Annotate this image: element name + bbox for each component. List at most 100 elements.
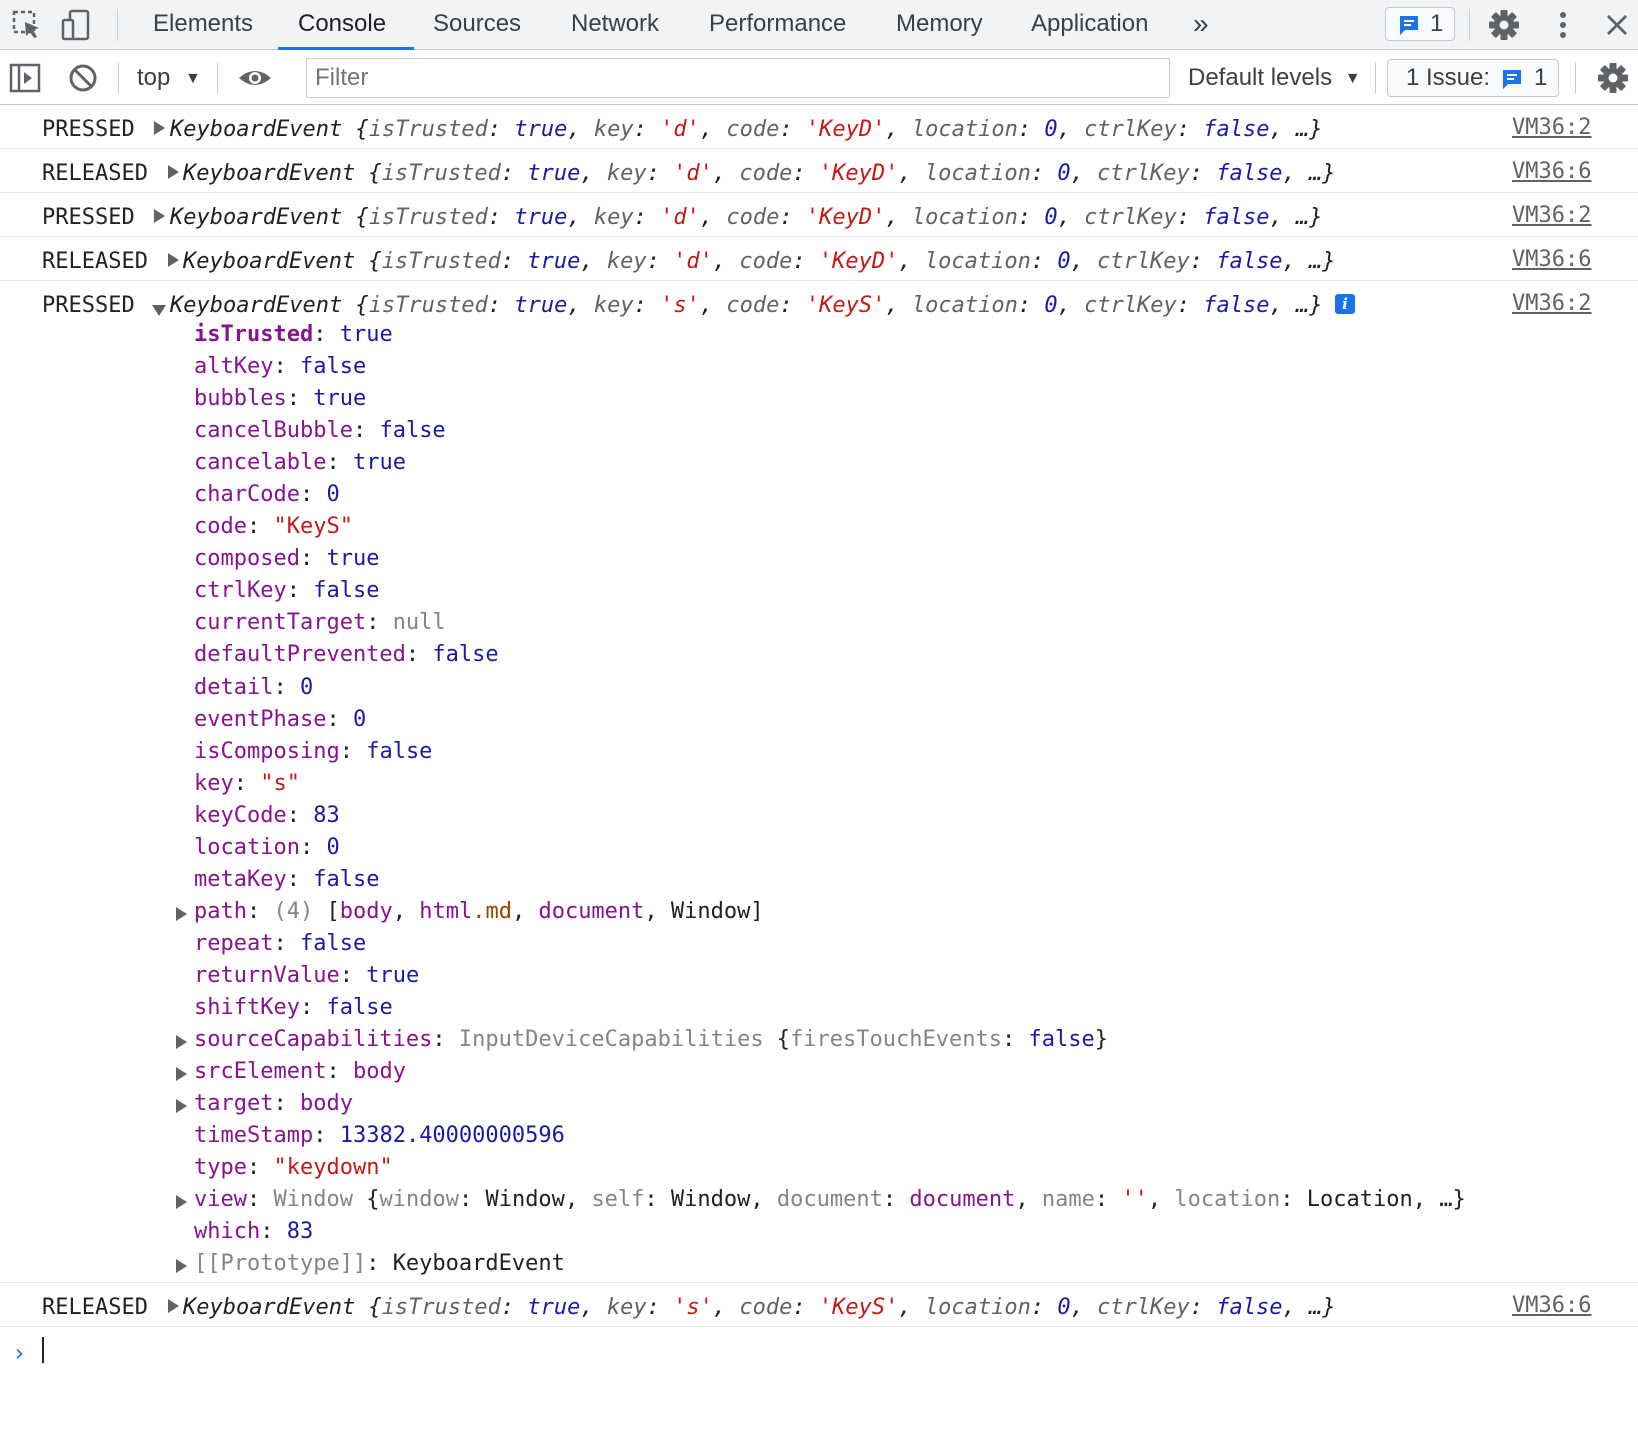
tab-elements[interactable]: Elements xyxy=(153,0,253,50)
punct: : xyxy=(366,1251,393,1276)
console-settings-gear-icon[interactable] xyxy=(1596,61,1630,95)
message-count: 1 xyxy=(1430,10,1444,37)
tab-sources[interactable]: Sources xyxy=(433,0,521,50)
prop-value: 0 xyxy=(1044,293,1058,318)
expand-triangle-icon[interactable] xyxy=(176,907,187,921)
prop-key: code xyxy=(739,249,793,274)
property-line: type: "keydown" xyxy=(194,1155,393,1180)
prop-key: bubbles xyxy=(194,386,287,411)
event-summary[interactable]: KeyboardEvent {isTrusted: true, key: 'd'… xyxy=(183,249,1336,274)
console-input-caret[interactable] xyxy=(42,1337,44,1363)
expand-triangle-icon[interactable] xyxy=(176,1035,187,1049)
event-summary[interactable]: KeyboardEvent {isTrusted: true, key: 's'… xyxy=(183,1295,1336,1320)
log-levels-dropdown[interactable]: Default levels ▼ xyxy=(1188,51,1361,105)
console-prompt-icon: › xyxy=(12,1339,27,1367)
expand-triangle-icon[interactable] xyxy=(168,1299,179,1313)
expand-triangle-icon[interactable] xyxy=(168,253,179,267)
source-link[interactable]: VM36:2 xyxy=(1512,203,1591,228)
tab-memory[interactable]: Memory xyxy=(896,0,983,50)
punct: : xyxy=(286,867,314,892)
punct: : xyxy=(1030,1295,1058,1320)
punct: : xyxy=(779,117,806,142)
expand-triangle-icon[interactable] xyxy=(168,165,179,179)
source-capabilities-property[interactable]: sourceCapabilities: InputDeviceCapabilit… xyxy=(194,1027,1108,1052)
punct: : xyxy=(1176,293,1204,318)
prop-key: ctrlKey xyxy=(194,578,287,603)
source-link[interactable]: VM36:2 xyxy=(1512,115,1591,140)
messages-badge[interactable]: 1 xyxy=(1385,7,1455,41)
prop-value: 'd' xyxy=(673,249,713,274)
prop-value: false xyxy=(1028,1027,1095,1052)
event-summary[interactable]: KeyboardEvent {isTrusted: true, key: 'd'… xyxy=(170,205,1323,230)
punct: { xyxy=(763,1027,791,1052)
event-summary[interactable]: KeyboardEvent {isTrusted: true, key: 'd'… xyxy=(170,117,1323,142)
punct: , xyxy=(885,117,912,142)
prop-key: isTrusted xyxy=(368,293,488,318)
punct: : xyxy=(286,578,314,603)
punct: : xyxy=(779,293,806,318)
punct: : xyxy=(313,1123,340,1148)
info-icon[interactable]: i xyxy=(1335,294,1355,314)
punct: { xyxy=(352,1187,380,1212)
punct: , xyxy=(567,205,594,230)
filter-input[interactable] xyxy=(306,58,1170,98)
expand-triangle-icon[interactable] xyxy=(154,121,165,135)
prop-key: path xyxy=(194,899,247,924)
prop-key: detail xyxy=(194,675,274,700)
event-summary[interactable]: KeyboardEvent {isTrusted: true, key: 's'… xyxy=(170,293,1323,318)
prototype-property[interactable]: [[Prototype]]: KeyboardEvent xyxy=(194,1251,565,1276)
prop-value: 'KeyD' xyxy=(818,161,899,186)
punct: : xyxy=(500,1295,528,1320)
property-line: metaKey: false xyxy=(194,867,379,892)
prop-value: body xyxy=(299,1091,353,1116)
prop-value: 0 xyxy=(1057,1295,1071,1320)
eye-icon[interactable] xyxy=(237,61,271,95)
kebab-menu-icon[interactable] xyxy=(1546,8,1580,42)
prop-key: window xyxy=(379,1187,459,1212)
prop-key: location xyxy=(194,835,300,860)
punct: ] xyxy=(750,899,764,924)
punct: : xyxy=(1280,1187,1307,1212)
tab-network[interactable]: Network xyxy=(571,0,659,50)
expand-triangle-icon[interactable] xyxy=(176,1259,187,1273)
console-message-row: PRESSED KeyboardEvent {isTrusted: true, k… xyxy=(0,193,1638,237)
property-line: detail: 0 xyxy=(194,675,313,700)
punct: } xyxy=(1094,1027,1108,1052)
prop-key: isComposing xyxy=(194,739,340,764)
view-property[interactable]: view: Window {window: Window, self: Wind… xyxy=(194,1187,1466,1212)
expand-triangle-icon[interactable] xyxy=(176,1067,187,1081)
event-summary[interactable]: KeyboardEvent {isTrusted: true, key: 'd'… xyxy=(183,161,1336,186)
source-link[interactable]: VM36:6 xyxy=(1512,159,1591,184)
expand-triangle-icon[interactable] xyxy=(176,1099,187,1113)
collapse-triangle-icon[interactable] xyxy=(152,305,166,316)
issues-button[interactable]: 1 Issue: 1 xyxy=(1387,59,1559,97)
punct: , …} xyxy=(1412,1187,1466,1212)
source-link[interactable]: VM36:2 xyxy=(1512,291,1591,316)
more-tabs-button[interactable]: » xyxy=(1193,0,1209,50)
close-icon[interactable] xyxy=(1600,8,1634,42)
brace: { xyxy=(342,117,369,142)
expand-triangle-icon[interactable] xyxy=(154,209,165,223)
clear-console-icon[interactable] xyxy=(66,61,100,95)
path-property[interactable]: path: (4) [body, html.md, document, Wind… xyxy=(194,899,764,924)
punct: : xyxy=(1189,1295,1217,1320)
tab-application[interactable]: Application xyxy=(1031,0,1148,50)
tab-console[interactable]: Console xyxy=(298,0,386,50)
source-link[interactable]: VM36:6 xyxy=(1512,247,1591,272)
prop-value: "s" xyxy=(260,771,300,796)
target-property[interactable]: target: body xyxy=(194,1091,353,1116)
tab-performance[interactable]: Performance xyxy=(709,0,846,50)
prop-value: 0 xyxy=(1057,249,1071,274)
prop-key: ctrlKey xyxy=(1084,293,1177,318)
gear-icon[interactable] xyxy=(1487,8,1521,42)
expand-triangle-icon[interactable] xyxy=(176,1195,187,1209)
console-message-row: RELEASED KeyboardEvent {isTrusted: true, … xyxy=(0,149,1638,193)
issues-label: 1 Issue: xyxy=(1406,64,1491,91)
source-link[interactable]: VM36:6 xyxy=(1512,1293,1591,1318)
inspect-element-icon[interactable] xyxy=(10,8,44,42)
device-toolbar-icon[interactable] xyxy=(60,8,94,42)
sidebar-toggle-icon[interactable] xyxy=(8,61,42,95)
context-selector[interactable]: top ▼ xyxy=(137,51,201,105)
prop-value: true xyxy=(514,205,568,230)
src-element-property[interactable]: srcElement: body xyxy=(194,1059,406,1084)
